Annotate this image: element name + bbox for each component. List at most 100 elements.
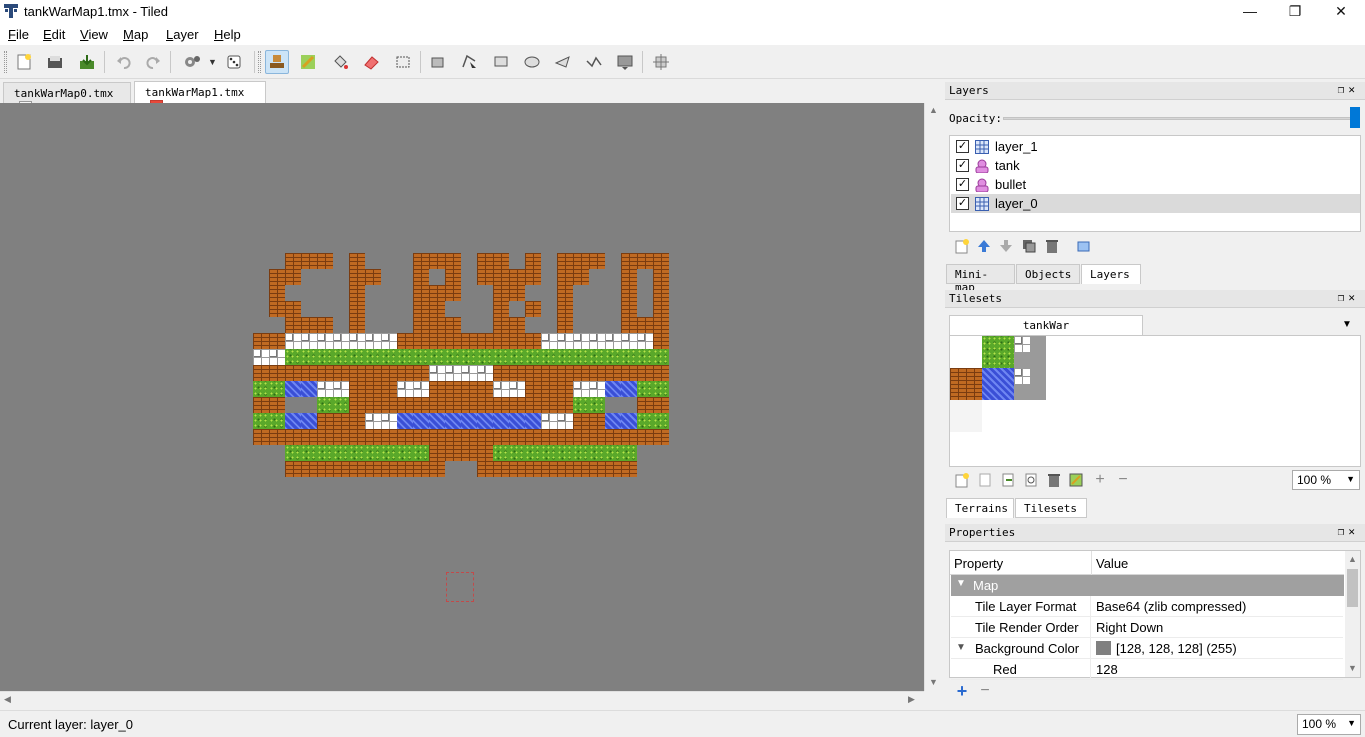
tileset-tile[interactable] — [982, 368, 1014, 400]
color-swatch[interactable] — [1096, 641, 1111, 655]
map-tile[interactable] — [429, 317, 445, 333]
tileset-tile[interactable] — [950, 368, 982, 400]
map-tile[interactable] — [573, 269, 589, 285]
map-tile[interactable] — [397, 461, 413, 477]
tileset-tile[interactable] — [950, 336, 982, 368]
map-tile[interactable] — [461, 333, 477, 349]
map-tile[interactable] — [493, 317, 509, 333]
map-tile[interactable] — [413, 269, 429, 285]
map-tile[interactable] — [285, 413, 301, 429]
map-tile[interactable] — [365, 445, 381, 461]
save-file-icon[interactable] — [75, 50, 99, 74]
tab-tilesets[interactable]: Tilesets — [1015, 498, 1087, 518]
map-tile[interactable] — [573, 445, 589, 461]
map-tile[interactable] — [333, 461, 349, 477]
map-tile[interactable] — [493, 285, 509, 301]
dock-float-close-icons[interactable]: ❐✕ — [1338, 525, 1359, 538]
map-tile[interactable] — [461, 429, 477, 445]
map-tile[interactable] — [509, 285, 525, 301]
map-tile[interactable] — [637, 429, 653, 445]
map-tile[interactable] — [637, 349, 653, 365]
map-tile[interactable] — [589, 253, 605, 269]
map-tile[interactable] — [285, 349, 301, 365]
map-tile[interactable] — [605, 381, 621, 397]
map-tile[interactable] — [397, 365, 413, 381]
map-tile[interactable] — [445, 269, 461, 285]
map-tile[interactable] — [509, 269, 525, 285]
map-tile[interactable] — [653, 397, 669, 413]
map-tile[interactable] — [253, 397, 269, 413]
remove-tileset-icon[interactable] — [1045, 471, 1063, 489]
map-tile[interactable] — [477, 269, 493, 285]
map-tile[interactable] — [285, 301, 301, 317]
map-tile[interactable] — [397, 333, 413, 349]
map-tile[interactable] — [621, 333, 637, 349]
map-tile[interactable] — [285, 269, 301, 285]
insert-tile-icon[interactable] — [613, 50, 637, 74]
map-tile[interactable] — [573, 461, 589, 477]
map-tile[interactable] — [317, 333, 333, 349]
map-tile[interactable] — [285, 333, 301, 349]
eagle-base-tile[interactable] — [446, 572, 474, 602]
map-tile[interactable] — [653, 301, 669, 317]
tileset-tile[interactable] — [1014, 368, 1046, 400]
map-tile[interactable] — [269, 333, 285, 349]
terrain-brush-icon[interactable] — [296, 50, 320, 74]
map-tile[interactable] — [477, 461, 493, 477]
map-tile[interactable] — [349, 269, 365, 285]
map-tile[interactable] — [477, 397, 493, 413]
opacity-slider-track[interactable] — [1003, 117, 1353, 120]
map-tile[interactable] — [333, 397, 349, 413]
map-tile[interactable] — [429, 397, 445, 413]
raise-layer-icon[interactable] — [975, 237, 993, 255]
map-tile[interactable] — [477, 429, 493, 445]
map-tile[interactable] — [525, 381, 541, 397]
map-tile[interactable] — [317, 429, 333, 445]
map-tile[interactable] — [589, 397, 605, 413]
bucket-fill-icon[interactable] — [328, 50, 352, 74]
tileset-tile[interactable] — [1014, 336, 1046, 368]
random-dice-icon[interactable] — [222, 50, 246, 74]
map-tile[interactable] — [637, 413, 653, 429]
map-tile[interactable] — [477, 365, 493, 381]
minimize-button[interactable]: — — [1227, 0, 1273, 23]
map-tile[interactable] — [525, 461, 541, 477]
map-tile[interactable] — [429, 461, 445, 477]
map-tile[interactable] — [381, 429, 397, 445]
tab-layers[interactable]: Layers — [1081, 264, 1141, 284]
map-tile[interactable] — [541, 333, 557, 349]
map-tile[interactable] — [269, 381, 285, 397]
map-tile[interactable] — [621, 269, 637, 285]
map-tile[interactable] — [557, 317, 573, 333]
map-tile[interactable] — [429, 285, 445, 301]
map-tile[interactable] — [429, 429, 445, 445]
map-tile[interactable] — [381, 413, 397, 429]
lower-layer-icon[interactable] — [997, 237, 1015, 255]
map-tile[interactable] — [445, 445, 461, 461]
map-tile[interactable] — [413, 317, 429, 333]
map-tile[interactable] — [317, 413, 333, 429]
export-tileset-icon[interactable] — [999, 471, 1017, 489]
map-tile[interactable] — [365, 333, 381, 349]
map-tile[interactable] — [333, 349, 349, 365]
map-tile[interactable] — [573, 253, 589, 269]
tab-terrains[interactable]: Terrains — [946, 498, 1014, 518]
map-tile[interactable] — [413, 333, 429, 349]
map-tile[interactable] — [285, 429, 301, 445]
map-tile[interactable] — [509, 397, 525, 413]
map-tile[interactable] — [301, 317, 317, 333]
delete-layer-icon[interactable] — [1043, 237, 1061, 255]
map-tile[interactable] — [589, 381, 605, 397]
map-tile[interactable] — [477, 413, 493, 429]
map-tile[interactable] — [445, 253, 461, 269]
map-tile[interactable] — [365, 429, 381, 445]
map-tile[interactable] — [381, 349, 397, 365]
map-tile[interactable] — [333, 445, 349, 461]
map-tile[interactable] — [653, 429, 669, 445]
map-tile[interactable] — [285, 365, 301, 381]
map-tile[interactable] — [653, 253, 669, 269]
map-tile[interactable] — [557, 269, 573, 285]
tileset-zoom-select[interactable]: 100 % ▼ — [1292, 470, 1360, 490]
map-tile[interactable] — [525, 413, 541, 429]
map-tile[interactable] — [285, 461, 301, 477]
